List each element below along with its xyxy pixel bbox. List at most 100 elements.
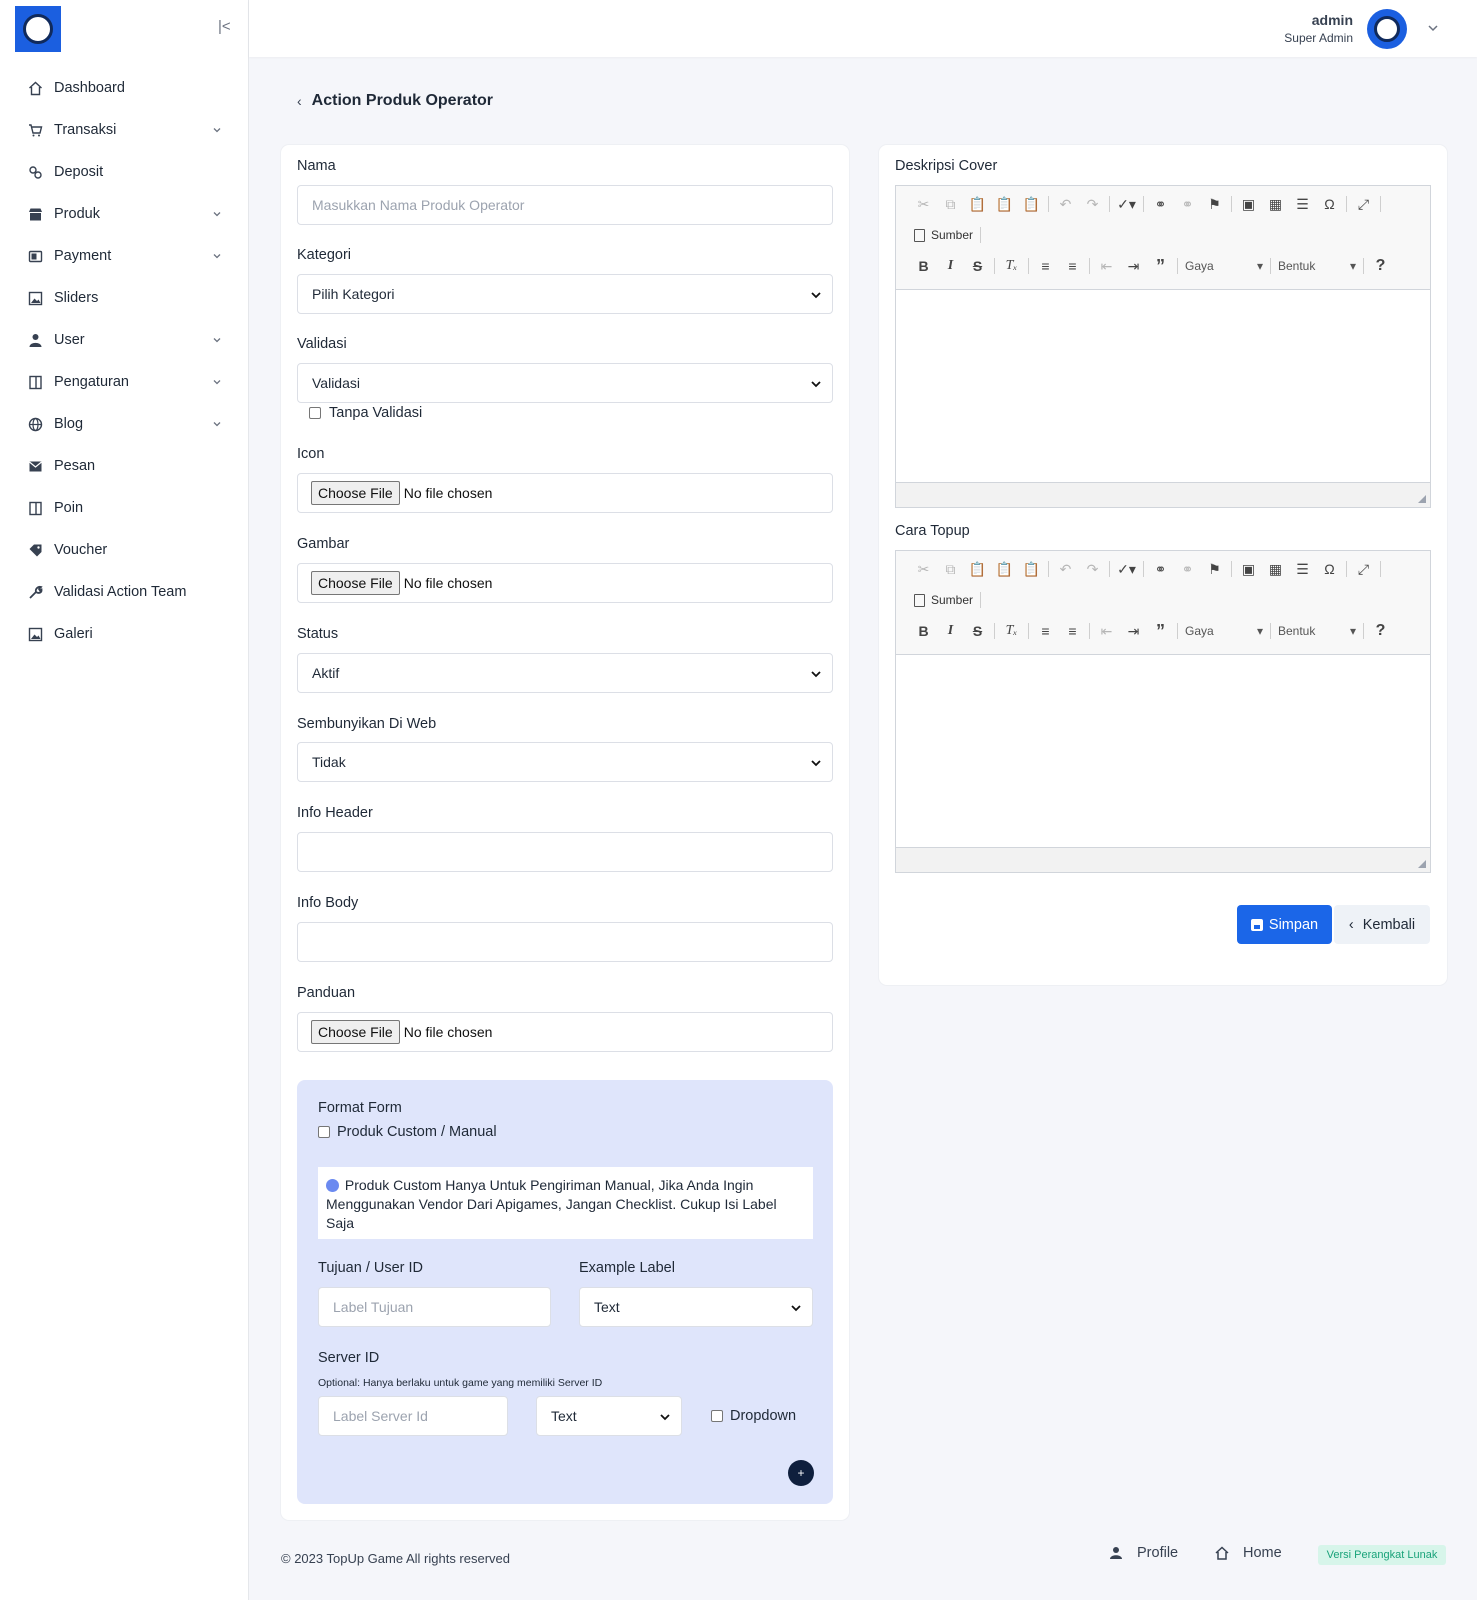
- maximize-icon[interactable]: ⤢: [1350, 558, 1377, 580]
- italic-icon[interactable]: I: [937, 620, 964, 642]
- sidebar-item-poin[interactable]: Poin: [0, 487, 248, 529]
- nama-input[interactable]: Masukkan Nama Produk Operator: [297, 185, 833, 225]
- example-label-select[interactable]: Text: [579, 1287, 813, 1327]
- link-icon[interactable]: ⚭: [1147, 193, 1174, 215]
- collapse-sidebar-icon[interactable]: |<: [218, 18, 231, 35]
- source-button[interactable]: Sumber: [910, 593, 977, 607]
- add-field-button[interactable]: +: [788, 1460, 814, 1486]
- gambar-file-input[interactable]: Choose File No file chosen: [297, 563, 833, 603]
- unlink-icon[interactable]: ⚭: [1174, 558, 1201, 580]
- copy-icon[interactable]: ⧉: [937, 558, 964, 580]
- editor-content-area[interactable]: [896, 290, 1430, 482]
- sidebar-item-user[interactable]: User: [0, 319, 248, 361]
- sidebar-item-dashboard[interactable]: Dashboard: [0, 67, 248, 109]
- sidebar-item-galeri[interactable]: Galeri: [0, 613, 248, 655]
- unlink-icon[interactable]: ⚭: [1174, 193, 1201, 215]
- outdent-icon[interactable]: ⇤: [1093, 255, 1120, 277]
- paste-icon[interactable]: 📋: [964, 193, 991, 215]
- indent-icon[interactable]: ⇥: [1120, 255, 1147, 277]
- back-button[interactable]: ‹ Kembali: [1334, 905, 1430, 944]
- blockquote-icon[interactable]: ”: [1147, 255, 1174, 277]
- sidebar-item-transaksi[interactable]: Transaksi: [0, 109, 248, 151]
- format-combo[interactable]: Bentuk ▾: [1274, 620, 1360, 642]
- spellcheck-icon[interactable]: ✓▾: [1113, 193, 1140, 215]
- server-id-type-select[interactable]: Text: [536, 1396, 682, 1436]
- server-id-input[interactable]: Label Server Id: [318, 1396, 508, 1436]
- sidebar-item-deposit[interactable]: Deposit: [0, 151, 248, 193]
- choose-file-button[interactable]: Choose File: [311, 571, 400, 595]
- help-icon[interactable]: ?: [1367, 620, 1394, 642]
- sembunyikan-select[interactable]: Tidak: [297, 742, 833, 782]
- undo-icon[interactable]: ↶: [1052, 558, 1079, 580]
- custom-manual-checkbox[interactable]: [318, 1126, 330, 1138]
- dropdown-checkbox[interactable]: [711, 1410, 723, 1422]
- status-select[interactable]: Aktif: [297, 653, 833, 693]
- choose-file-button[interactable]: Choose File: [311, 481, 400, 505]
- remove-format-icon[interactable]: Tₓ: [998, 255, 1025, 277]
- strike-icon[interactable]: S: [964, 620, 991, 642]
- sidebar-item-pengaturan[interactable]: Pengaturan: [0, 361, 248, 403]
- paste-text-icon[interactable]: 📋: [991, 193, 1018, 215]
- footer-profile-link[interactable]: Profile: [1109, 1545, 1178, 1561]
- horizontal-rule-icon[interactable]: ☰: [1289, 193, 1316, 215]
- bulleted-list-icon[interactable]: ≡: [1059, 255, 1086, 277]
- redo-icon[interactable]: ↷: [1079, 558, 1106, 580]
- maximize-icon[interactable]: ⤢: [1350, 193, 1377, 215]
- table-icon[interactable]: ▦: [1262, 558, 1289, 580]
- sidebar-item-voucher[interactable]: Voucher: [0, 529, 248, 571]
- brand-logo[interactable]: [15, 6, 61, 52]
- resize-handle-icon[interactable]: [1418, 860, 1426, 868]
- paste-word-icon[interactable]: 📋: [1018, 193, 1045, 215]
- numbered-list-icon[interactable]: ≡: [1032, 255, 1059, 277]
- bold-icon[interactable]: B: [910, 620, 937, 642]
- validasi-select[interactable]: Validasi: [297, 363, 833, 403]
- bold-icon[interactable]: B: [910, 255, 937, 277]
- remove-format-icon[interactable]: Tₓ: [998, 620, 1025, 642]
- tujuan-input[interactable]: Label Tujuan: [318, 1287, 551, 1327]
- avatar[interactable]: [1367, 9, 1407, 49]
- source-button[interactable]: Sumber: [910, 228, 977, 242]
- redo-icon[interactable]: ↷: [1079, 193, 1106, 215]
- outdent-icon[interactable]: ⇤: [1093, 620, 1120, 642]
- sidebar-item-validasi-action-team[interactable]: Validasi Action Team: [0, 571, 248, 613]
- help-icon[interactable]: ?: [1367, 255, 1394, 277]
- sidebar-item-pesan[interactable]: Pesan: [0, 445, 248, 487]
- kategori-select[interactable]: Pilih Kategori: [297, 274, 833, 314]
- undo-icon[interactable]: ↶: [1052, 193, 1079, 215]
- italic-icon[interactable]: I: [937, 255, 964, 277]
- format-combo[interactable]: Bentuk ▾: [1274, 255, 1360, 277]
- tanpa-validasi-checkbox[interactable]: [309, 407, 321, 419]
- special-char-icon[interactable]: Ω: [1316, 193, 1343, 215]
- blockquote-icon[interactable]: ”: [1147, 620, 1174, 642]
- panduan-file-input[interactable]: Choose File No file chosen: [297, 1012, 833, 1052]
- page-title[interactable]: ‹ Action Produk Operator: [297, 92, 493, 110]
- sidebar-item-produk[interactable]: Produk: [0, 193, 248, 235]
- editor-content-area[interactable]: [896, 655, 1430, 847]
- bulleted-list-icon[interactable]: ≡: [1059, 620, 1086, 642]
- sidebar-item-sliders[interactable]: Sliders: [0, 277, 248, 319]
- icon-file-input[interactable]: Choose File No file chosen: [297, 473, 833, 513]
- table-icon[interactable]: ▦: [1262, 193, 1289, 215]
- user-menu-chevron-icon[interactable]: [1427, 22, 1439, 34]
- cut-icon[interactable]: ✂: [910, 558, 937, 580]
- paste-text-icon[interactable]: 📋: [991, 558, 1018, 580]
- horizontal-rule-icon[interactable]: ☰: [1289, 558, 1316, 580]
- style-combo[interactable]: Gaya ▾: [1181, 620, 1267, 642]
- anchor-flag-icon[interactable]: ⚑: [1201, 193, 1228, 215]
- numbered-list-icon[interactable]: ≡: [1032, 620, 1059, 642]
- link-icon[interactable]: ⚭: [1147, 558, 1174, 580]
- cut-icon[interactable]: ✂: [910, 193, 937, 215]
- sidebar-item-payment[interactable]: Payment: [0, 235, 248, 277]
- info-header-input[interactable]: [297, 832, 833, 872]
- info-body-input[interactable]: [297, 922, 833, 962]
- strike-icon[interactable]: S: [964, 255, 991, 277]
- resize-handle-icon[interactable]: [1418, 495, 1426, 503]
- save-button[interactable]: Simpan: [1237, 905, 1332, 944]
- indent-icon[interactable]: ⇥: [1120, 620, 1147, 642]
- paste-icon[interactable]: 📋: [964, 558, 991, 580]
- sidebar-item-blog[interactable]: Blog: [0, 403, 248, 445]
- spellcheck-icon[interactable]: ✓▾: [1113, 558, 1140, 580]
- version-badge[interactable]: Versi Perangkat Lunak: [1318, 1545, 1446, 1565]
- paste-word-icon[interactable]: 📋: [1018, 558, 1045, 580]
- footer-home-link[interactable]: Home: [1215, 1545, 1282, 1561]
